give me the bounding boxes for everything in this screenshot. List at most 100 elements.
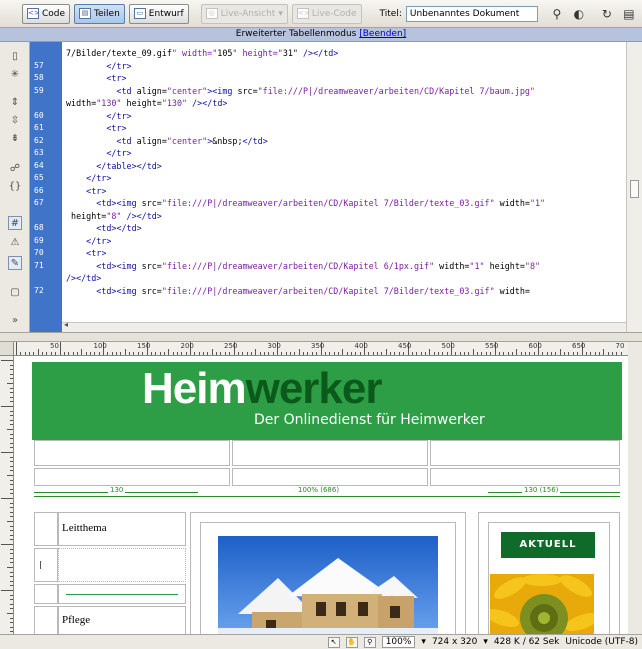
ruler-tick <box>10 580 13 582</box>
document-title-input[interactable] <box>405 5 538 22</box>
code-scroll-thumb[interactable] <box>630 180 639 198</box>
ruler-tick <box>524 352 526 355</box>
table-cell[interactable] <box>232 468 428 486</box>
ruler-tick <box>220 352 222 355</box>
code-line[interactable]: <td><img src="file:///P|/dreamweaver/arb… <box>66 260 540 272</box>
ruler-origin[interactable] <box>0 342 14 356</box>
ruler-tick <box>546 352 548 355</box>
ruler-tick <box>10 488 13 490</box>
table-cell[interactable] <box>430 440 620 466</box>
apply-comment-icon[interactable]: ▢ <box>8 286 22 300</box>
zoom-tool-icon[interactable]: ⚲ <box>363 636 376 648</box>
table-cell[interactable] <box>232 440 428 466</box>
code-line[interactable]: 7/Bilder/texte_09.gif" width="105" heigh… <box>66 47 338 59</box>
code-view-label: Code <box>42 8 66 19</box>
expand-all-icon[interactable]: ⇟ <box>8 132 22 146</box>
ruler-tick <box>10 571 13 573</box>
code-vertical-scrollbar[interactable] <box>626 42 642 332</box>
code-line[interactable]: width="130" height="130" /></td> <box>66 97 227 109</box>
code-line[interactable]: </tr> <box>66 60 131 72</box>
ruler-tick <box>485 352 487 355</box>
ruler-tick <box>181 352 183 355</box>
code-line[interactable]: <td><img src="file:///P|/dreamweaver/arb… <box>66 285 530 297</box>
status-bar: ↖ ✋ ⚲ 100% ▾ 724 x 320 ▾ 428 K / 62 Sek … <box>0 634 642 649</box>
design-view[interactable]: Heimwerker Der Onlinedienst für Heimwerk… <box>14 356 628 634</box>
table-cell[interactable] <box>34 512 58 546</box>
ruler-tick <box>89 352 91 355</box>
code-line[interactable]: <td></td> <box>66 222 141 234</box>
ruler-tick <box>455 352 457 355</box>
table-cell[interactable] <box>34 548 58 582</box>
code-editor[interactable]: 7/Bilder/texte_09.gif" width="105" heigh… <box>62 42 626 332</box>
live-view-button[interactable]: ◎ Live-Ansicht ▾ <box>200 3 288 24</box>
coding-toolbar: ▯ ✳ ⇕ ⇳ ⇟ ☍ {} # ⚠ ✎ ▢ » <box>0 42 30 332</box>
code-line[interactable]: </tr> <box>66 235 111 247</box>
ruler-tick <box>10 548 13 550</box>
balance-braces-icon[interactable]: {} <box>8 180 22 194</box>
refresh-icon[interactable]: ↻ <box>598 5 616 23</box>
design-view-button[interactable]: ▭ Entwurf <box>128 3 189 24</box>
ruler-tick <box>107 352 109 355</box>
ruler-tick <box>120 352 122 355</box>
code-line[interactable]: <td align="center"><img src="file:///P|/… <box>66 85 535 97</box>
exit-expanded-mode-link[interactable]: [Beenden] <box>359 29 406 39</box>
syntax-error-alerts-icon[interactable]: ✎ <box>8 256 22 270</box>
ruler-tick <box>1 498 13 499</box>
ruler-tick <box>10 424 13 426</box>
ruler-tick <box>10 631 13 633</box>
split-view-button[interactable]: ▤ Teilen <box>74 3 125 24</box>
show-code-navigator-icon[interactable]: ✳ <box>8 68 22 82</box>
code-line[interactable]: height="8" /></td> <box>66 210 162 222</box>
ruler-tick <box>616 352 618 355</box>
preview-browser-icon[interactable]: ◐ <box>570 5 588 23</box>
scroll-left-icon[interactable]: ◂ <box>64 320 68 329</box>
hand-tool-icon[interactable]: ✋ <box>345 636 358 648</box>
ruler-tick <box>311 352 313 355</box>
code-view-button[interactable]: <> Code <box>22 3 71 24</box>
view-options-icon[interactable]: ▤ <box>620 5 638 23</box>
live-code-button[interactable]: <> Live-Code <box>291 3 362 24</box>
collapse-selection-icon[interactable]: ⇳ <box>8 114 22 128</box>
code-line[interactable]: </tr> <box>66 110 131 122</box>
code-horizontal-scrollbar[interactable]: ◂ <box>62 320 626 332</box>
table-cell[interactable] <box>430 468 620 486</box>
chevron-down-icon[interactable]: ▾ <box>483 637 488 647</box>
highlight-invalid-code-icon[interactable]: ⚠ <box>8 236 22 250</box>
site-header-banner: Heimwerker Der Onlinedienst für Heimwerk… <box>32 362 622 440</box>
split-view-divider[interactable] <box>0 332 642 342</box>
zoom-select[interactable]: 100% <box>381 636 416 648</box>
code-line[interactable]: </tr> <box>66 172 111 184</box>
code-line[interactable]: </table></td> <box>66 160 162 172</box>
ruler-tick <box>111 352 113 355</box>
collapse-full-tag-icon[interactable]: ⇕ <box>8 96 22 110</box>
ruler-tick <box>403 352 405 355</box>
ruler-tick <box>194 352 196 355</box>
line-number: 57 <box>34 60 44 70</box>
code-line[interactable]: <tr> <box>66 247 106 259</box>
chevron-down-icon[interactable]: ▾ <box>421 637 426 647</box>
code-line[interactable]: <tr> <box>66 72 126 84</box>
table-cell[interactable] <box>34 606 58 634</box>
table-cell[interactable] <box>34 440 230 466</box>
code-line[interactable]: /></td> <box>66 272 101 284</box>
browser-compat-icon[interactable]: ⚲ <box>548 5 566 23</box>
window-size-readout[interactable]: 724 x 320 <box>432 637 477 647</box>
code-line[interactable]: </tr> <box>66 147 131 159</box>
table-cell[interactable] <box>34 468 230 486</box>
ruler-tick <box>259 352 261 355</box>
table-cell[interactable] <box>58 548 186 582</box>
ruler-tick <box>185 352 187 355</box>
line-numbers-icon[interactable]: # <box>8 216 22 230</box>
ruler-tick <box>10 415 13 417</box>
code-line[interactable]: <td><img src="file:///P|/dreamweaver/arb… <box>66 197 545 209</box>
code-line[interactable]: <tr> <box>66 185 106 197</box>
open-documents-icon[interactable]: ▯ <box>8 50 22 64</box>
select-tool-icon[interactable]: ↖ <box>327 636 340 648</box>
code-line[interactable]: <tr> <box>66 122 126 134</box>
line-number: 58 <box>34 73 44 82</box>
ruler-tick <box>168 349 170 355</box>
table-cell[interactable] <box>34 584 58 604</box>
select-parent-tag-icon[interactable]: ☍ <box>8 162 22 176</box>
code-line[interactable]: <td align="center">&nbsp;</td> <box>66 135 267 147</box>
more-tools-icon[interactable]: » <box>8 314 22 328</box>
